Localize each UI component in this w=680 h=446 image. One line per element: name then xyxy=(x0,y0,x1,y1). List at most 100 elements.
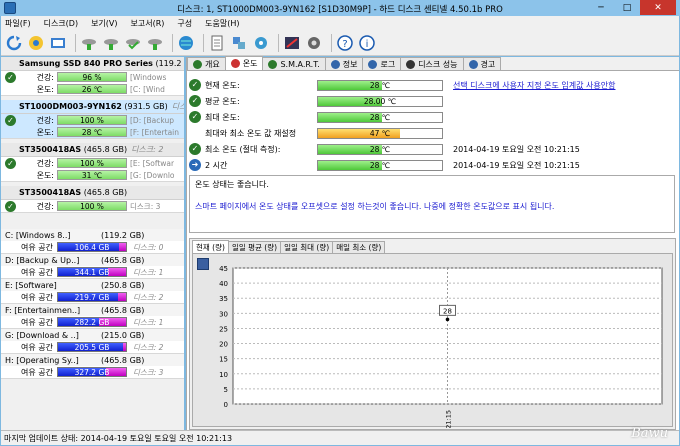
volume-entry[interactable]: G: [Download & ..] (215.0 GB) 여유 공간 205.5 G… xyxy=(1,329,184,354)
ssd4-icon[interactable] xyxy=(146,34,164,52)
free-space-bar: 219.7 GB xyxy=(57,292,127,302)
volume-entry[interactable]: D: [Backup & Up..] (465.8 GB) 여유 공간 344.1 G… xyxy=(1,254,184,279)
menu-view[interactable]: 보기(V) xyxy=(91,18,117,29)
ok-check-icon: ✓ xyxy=(5,114,16,126)
threshold-link[interactable]: 선택 디스크에 사용자 지정 온도 임계값 사용안함 xyxy=(453,80,615,91)
disk-entry[interactable]: Samsung SSD 840 PRO Series (119.2 GB) ✓건… xyxy=(1,57,184,96)
info-icon[interactable]: i xyxy=(358,34,376,52)
health-bar: 100 % xyxy=(57,201,127,211)
document-icon[interactable] xyxy=(208,34,226,52)
y-tick-label: 45 xyxy=(219,265,228,273)
arrow-right-icon: ➜ xyxy=(189,159,201,171)
y-tick-label: 25 xyxy=(219,325,228,333)
temp-row-average: ✓ 평균 온도: 28.00 ℃ xyxy=(189,93,669,109)
menu-help[interactable]: 도움말(H) xyxy=(205,18,239,29)
toolbar: ? i xyxy=(1,30,679,56)
report-icon[interactable] xyxy=(49,34,67,52)
volume-name: C: [Windows 8..] xyxy=(5,230,71,240)
ok-check-icon: ✓ xyxy=(189,79,201,91)
free-space-bar: 327.2 GB xyxy=(57,367,127,377)
ok-check-icon: ✓ xyxy=(189,95,201,107)
test-icon[interactable] xyxy=(283,34,301,52)
network-icon[interactable] xyxy=(252,34,270,52)
menu-report[interactable]: 보고서(R) xyxy=(131,18,165,29)
ssd3-icon[interactable] xyxy=(124,34,142,52)
menu-file[interactable]: 파일(F) xyxy=(5,18,31,29)
ok-check-icon: ✓ xyxy=(189,111,201,123)
disk-info-icon[interactable] xyxy=(27,34,45,52)
tab-log[interactable]: 로그 xyxy=(362,57,402,70)
volume-entry[interactable]: C: [Windows 8..] (119.2 GB) 여유 공간 106.4 GB 디… xyxy=(1,229,184,254)
ssd1-icon[interactable] xyxy=(80,34,98,52)
health-bar: 100 % xyxy=(57,115,127,125)
volume-list: C: [Windows 8..] (119.2 GB) 여유 공간 106.4 GB 디… xyxy=(1,229,184,379)
svg-text:i: i xyxy=(366,39,369,50)
globe-icon[interactable] xyxy=(177,34,195,52)
maximize-button[interactable]: □ xyxy=(614,0,640,15)
ok-check-icon: ✓ xyxy=(189,143,201,155)
y-tick-label: 5 xyxy=(224,386,228,394)
tab-temperature[interactable]: 온도 xyxy=(224,56,264,70)
status-bar: 마지막 업데이트 상태: 2014-04-19 토요일 토요일 오전 10:21… xyxy=(1,430,679,445)
ok-check-icon: ✓ xyxy=(5,71,16,83)
tab-info[interactable]: 정보 xyxy=(324,57,364,70)
temp-row-min: ✓ 최소 온도 (절대 측정): 28 ℃ 2014-04-19 토요일 오전 10:… xyxy=(189,141,669,157)
status-message: 온도 상태는 좋습니다. 스마트 페이지에서 온도 상태를 오프셋으로 설정 하… xyxy=(189,175,675,233)
tab-bar: 개요 온도 S.M.A.R.T. 정보 로그 디스크 성능 경고 xyxy=(187,56,679,71)
refresh-icon[interactable] xyxy=(5,34,23,52)
menu-config[interactable]: 구성 xyxy=(177,18,192,29)
disk-entry[interactable]: ST3500418AS (465.8 GB) 디스크: 2 ✓ 건강: 100 % [E… xyxy=(1,143,184,182)
detail-panel: 개요 온도 S.M.A.R.T. 정보 로그 디스크 성능 경고 ✓ 현재 온도:… xyxy=(186,56,679,430)
ssd2-icon[interactable] xyxy=(102,34,120,52)
temp-bar: 31 ℃ xyxy=(57,170,127,180)
graph-tab-daily-max[interactable]: 일일 최대 (량) xyxy=(280,241,334,253)
temperature-graph: 현재 (량) 일일 평균 (량) 일일 최대 (량) 매일 최소 (량) 0 5 1… xyxy=(189,238,676,430)
data-label: 28 xyxy=(443,307,452,315)
svg-text:?: ? xyxy=(342,39,347,50)
volume-name: G: [Download & ..] xyxy=(5,330,79,340)
window-title: 디스크: 1, ST1000DM003-9YN162 [S1D30M9P] - … xyxy=(177,5,503,15)
close-button[interactable]: ✕ xyxy=(640,0,676,15)
volume-entry[interactable]: E: [Software] (250.8 GB) 여유 공간 219.7 GB 디스크:… xyxy=(1,279,184,304)
volume-entry[interactable]: H: [Operating Sy..] (465.8 GB) 여유 공간 327.2 … xyxy=(1,354,184,379)
disk-size: (931.5 GB) xyxy=(124,102,168,111)
ok-check-icon: ✓ xyxy=(5,157,16,169)
free-space-bar: 282.2 GB xyxy=(57,317,127,327)
help-icon[interactable]: ? xyxy=(336,34,354,52)
reset-minmax-button[interactable]: 최대와 최소 온도 값 재설정 xyxy=(205,128,317,139)
volume-entry[interactable]: F: [Entertainmen..] (465.8 GB) 여유 공간 282.2 … xyxy=(1,304,184,329)
volume-name: D: [Backup & Up..] xyxy=(5,255,80,265)
free-space-bar: 106.4 GB xyxy=(57,242,127,252)
tab-performance[interactable]: 디스크 성능 xyxy=(400,57,464,70)
temperature-chart: 0 5 10 15 20 25 30 35 40 45 28 오전 10:21:15 xyxy=(219,265,663,428)
settings-icon[interactable] xyxy=(305,34,323,52)
disk-entry[interactable]: ST3500418AS (465.8 GB) ✓ 건강: 100 % 디스크: 3 xyxy=(1,186,184,213)
temp-row-current: ✓ 현재 온도: 28 ℃ 선택 디스크에 사용자 지정 온도 임계값 사용안함 xyxy=(189,77,669,93)
disk-entry-selected[interactable]: ST1000DM003-9YN162 (931.5 GB)디스크 ✓건강:100… xyxy=(1,100,184,139)
health-bar: 96 % xyxy=(57,72,127,82)
y-tick-label: 20 xyxy=(219,341,228,349)
tab-smart[interactable]: S.M.A.R.T. xyxy=(262,57,326,70)
temp-row-2h: ➜ 2 시간 28 ℃ 2014-04-19 토요일 오전 10:21:15 xyxy=(189,157,669,173)
disk-size: (119.2 GB) xyxy=(155,59,184,68)
free-space-bar: 344.1 GB xyxy=(57,267,127,277)
connect-icon[interactable] xyxy=(230,34,248,52)
graph-tab-daily-avg[interactable]: 일일 평균 (량) xyxy=(227,241,282,253)
temp-bar: 28 ℃ xyxy=(57,127,127,137)
volume-name: F: [Entertainmen..] xyxy=(5,305,81,315)
y-tick-label: 40 xyxy=(219,280,228,288)
data-point xyxy=(445,317,450,322)
disk-name: ST3500418AS xyxy=(19,188,82,197)
temp-row-reset: 최대와 최소 온도 값 재설정 47 ℃ xyxy=(189,125,669,141)
menu-disk[interactable]: 디스크(D) xyxy=(44,18,78,29)
tab-overview[interactable]: 개요 xyxy=(187,57,226,70)
graph-tab-current[interactable]: 현재 (량) xyxy=(192,240,229,253)
tab-alerts[interactable]: 경고 xyxy=(462,57,502,70)
minimize-button[interactable]: ─ xyxy=(588,0,614,15)
x-tick-label: 오전 10:21:15 xyxy=(444,410,453,428)
disk-name: ST3500418AS xyxy=(19,145,82,154)
graph-tab-daily-min[interactable]: 매일 최소 (량) xyxy=(332,241,386,253)
ok-check-icon: ✓ xyxy=(5,200,16,212)
health-bar: 100 % xyxy=(57,158,127,168)
volume-name: E: [Software] xyxy=(5,280,57,290)
